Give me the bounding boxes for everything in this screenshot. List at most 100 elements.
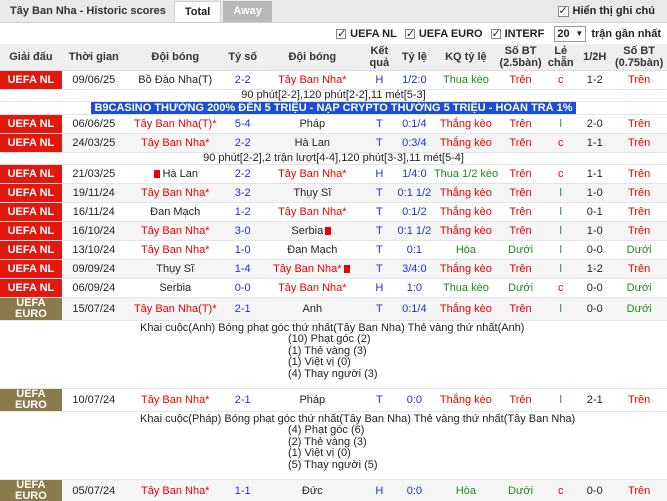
col-league[interactable]: Giải đấu xyxy=(0,44,62,71)
table-row[interactable]: UEFA EURO 15/07/24 Tây Ban Nha(T)* 2-1 Anh T 0… xyxy=(0,297,667,321)
filter-uefa-euro[interactable]: UEFA EURO xyxy=(404,27,483,40)
match-score[interactable]: 1-1 xyxy=(224,479,261,501)
team-name: Tây Ban Nha(T)* xyxy=(133,302,217,315)
home-team[interactable]: Serbia xyxy=(125,278,225,298)
table-row[interactable]: UEFA NL 13/10/24 Tây Ban Nha* 1-0 Đan Mạch T 0… xyxy=(0,240,667,260)
away-team[interactable]: Thụy Sĩ xyxy=(260,183,364,203)
col-goals-075[interactable]: Số BT (0.75bàn) xyxy=(611,44,667,71)
away-team[interactable]: Tây Ban Nha* xyxy=(260,202,364,222)
league-badge[interactable]: UEFA NL xyxy=(0,221,62,241)
league-badge[interactable]: UEFA EURO xyxy=(0,479,62,501)
league-badge[interactable]: UEFA NL xyxy=(0,259,62,279)
checkbox-icon[interactable] xyxy=(557,4,569,17)
away-team[interactable]: Tây Ban Nha* xyxy=(260,278,364,298)
col-home[interactable]: Đội bóng xyxy=(125,44,225,71)
match-score[interactable]: 3-0 xyxy=(224,221,261,241)
match-score[interactable]: 1-2 xyxy=(224,202,261,222)
home-team[interactable]: Bồ Đào Nha(T) xyxy=(125,70,225,90)
table-row[interactable]: UEFA NL 21/03/25 Hà Lan 2-2 Tây Ban Nha* H 1/4… xyxy=(0,164,667,184)
away-team[interactable]: Tây Ban Nha* xyxy=(260,259,364,279)
away-team[interactable]: Tây Ban Nha* xyxy=(260,70,364,90)
checkbox-icon[interactable] xyxy=(490,27,501,40)
promo-banner[interactable]: B9CASINO THƯỞNG 200% ĐẾN 5 TRIỆU - NẠP C… xyxy=(0,101,667,115)
match-score[interactable]: 2-1 xyxy=(224,297,261,321)
away-team[interactable]: Pháp xyxy=(260,388,364,412)
col-odds[interactable]: Tỷ lệ xyxy=(394,44,434,71)
table-row[interactable]: UEFA NL 24/03/25 Tây Ban Nha* 2-2 Hà Lan T 0:3… xyxy=(0,133,667,153)
filter-interf[interactable]: INTERF xyxy=(490,27,544,40)
col-odd-even[interactable]: Lẻ chẵn xyxy=(543,44,579,71)
match-score[interactable]: 2-2 xyxy=(224,133,261,153)
home-team[interactable]: Tây Ban Nha* xyxy=(125,388,225,412)
match-count-select[interactable]: 20 ▼ xyxy=(554,25,587,42)
table-row[interactable]: UEFA NL 16/10/24 Tây Ban Nha* 3-0 Serbia T 0:1… xyxy=(0,221,667,241)
tab-total[interactable]: Total xyxy=(173,1,222,22)
home-team[interactable]: Hà Lan xyxy=(125,164,225,184)
table-row[interactable]: UEFA NL 09/09/24 Thụy Sĩ 1-4 Tây Ban Nha* T 3/… xyxy=(0,259,667,279)
home-team[interactable]: Tây Ban Nha* xyxy=(125,183,225,203)
table-row[interactable]: UEFA EURO 05/07/24 Tây Ban Nha* 1-1 Đức H 0:0 H… xyxy=(0,479,667,501)
match-score[interactable]: 5-4 xyxy=(224,114,261,134)
away-team[interactable]: Tây Ban Nha* xyxy=(260,164,364,184)
promo-cell[interactable]: B9CASINO THƯỞNG 200% ĐẾN 5 TRIỆU - NẠP C… xyxy=(0,101,667,115)
home-team[interactable]: Tây Ban Nha* xyxy=(125,479,225,501)
table-row[interactable]: UEFA NL 16/11/24 Đan Mạch 1-2 Tây Ban Nha* T 0… xyxy=(0,202,667,222)
league-badge[interactable]: UEFA NL xyxy=(0,240,62,260)
away-team[interactable]: Đan Mạch xyxy=(260,240,364,260)
filter-uefa-nl[interactable]: UEFA NL xyxy=(336,27,397,40)
away-team[interactable]: Pháp xyxy=(260,114,364,134)
league-badge[interactable]: UEFA NL xyxy=(0,202,62,222)
league-badge[interactable]: UEFA NL xyxy=(0,164,62,184)
table-row[interactable]: UEFA EURO 10/07/24 Tây Ban Nha* 2-1 Pháp T 0:0… xyxy=(0,388,667,412)
col-away[interactable]: Đội bóng xyxy=(260,44,364,71)
table-row[interactable]: UEFA NL 19/11/24 Tây Ban Nha* 3-2 Thụy Sĩ T 0:… xyxy=(0,183,667,203)
match-score[interactable]: 2-2 xyxy=(224,70,261,90)
show-notes-toggle[interactable]: Hiển thị ghi chú xyxy=(557,0,667,22)
home-team[interactable]: Tây Ban Nha(T)* xyxy=(125,114,225,134)
match-stats: Khai cuộc(Anh) Bóng phạt góc thứ nhất(Tâ… xyxy=(0,320,667,389)
team-name: Tây Ban Nha(T)* xyxy=(133,117,217,130)
league-badge[interactable]: UEFA NL xyxy=(0,183,62,203)
match-score[interactable]: 1-4 xyxy=(224,259,261,279)
away-team[interactable]: Hà Lan xyxy=(260,133,364,153)
checkbox-icon[interactable] xyxy=(336,27,346,40)
odds-result: Thắng kèo xyxy=(433,202,498,222)
team-name: Tây Ban Nha* xyxy=(278,73,347,86)
table-row[interactable]: UEFA NL 06/06/25 Tây Ban Nha(T)* 5-4 Pháp T 0:… xyxy=(0,114,667,134)
league-badge[interactable]: UEFA NL xyxy=(0,278,62,298)
home-team[interactable]: Tây Ban Nha(T)* xyxy=(125,297,225,321)
promo-link[interactable]: B9CASINO THƯỞNG 200% ĐẾN 5 TRIỆU - NẠP C… xyxy=(91,101,576,113)
away-team[interactable]: Serbia xyxy=(260,221,364,241)
away-team[interactable]: Anh xyxy=(260,297,364,321)
league-badge[interactable]: UEFA EURO xyxy=(0,297,62,321)
col-score[interactable]: Tỷ số xyxy=(224,44,261,71)
match-score[interactable]: 2-1 xyxy=(224,388,261,412)
odds-result: Thua kèo xyxy=(433,70,498,90)
table-row[interactable]: UEFA NL 06/09/24 Serbia 0-0 Tây Ban Nha* H 1:0… xyxy=(0,278,667,298)
home-team[interactable]: Thụy Sĩ xyxy=(125,259,225,279)
home-team[interactable]: Tây Ban Nha* xyxy=(125,133,225,153)
col-half[interactable]: 1/2H xyxy=(578,44,612,71)
league-badge[interactable]: UEFA NL xyxy=(0,133,62,153)
col-goals-25[interactable]: Số BT (2.5bàn) xyxy=(497,44,544,71)
match-score[interactable]: 2-2 xyxy=(224,164,261,184)
col-odds-result[interactable]: KQ tỷ lệ xyxy=(433,44,498,71)
team-name: Tây Ban Nha* xyxy=(140,186,210,199)
home-team[interactable]: Tây Ban Nha* xyxy=(125,240,225,260)
match-score[interactable]: 0-0 xyxy=(224,278,261,298)
table-row[interactable]: UEFA NL 09/06/25 Bồ Đào Nha(T) 2-2 Tây Ban N… xyxy=(0,70,667,90)
league-badge[interactable]: UEFA EURO xyxy=(0,388,62,412)
league-badge[interactable]: UEFA NL xyxy=(0,70,62,90)
home-team[interactable]: Tây Ban Nha* xyxy=(125,221,225,241)
match-score[interactable]: 3-2 xyxy=(224,183,261,203)
stats-line: (1) Thẻ vàng (3) xyxy=(288,344,367,357)
match-result: T xyxy=(363,202,395,222)
col-result[interactable]: Kết quả xyxy=(363,44,395,71)
league-badge[interactable]: UEFA NL xyxy=(0,114,62,134)
match-score[interactable]: 1-0 xyxy=(224,240,261,260)
home-team[interactable]: Đan Mạch xyxy=(125,202,225,222)
col-date[interactable]: Thời gian xyxy=(61,44,126,71)
away-team[interactable]: Đức xyxy=(260,479,364,501)
tab-away[interactable]: Away xyxy=(223,1,272,22)
checkbox-icon[interactable] xyxy=(404,27,415,40)
